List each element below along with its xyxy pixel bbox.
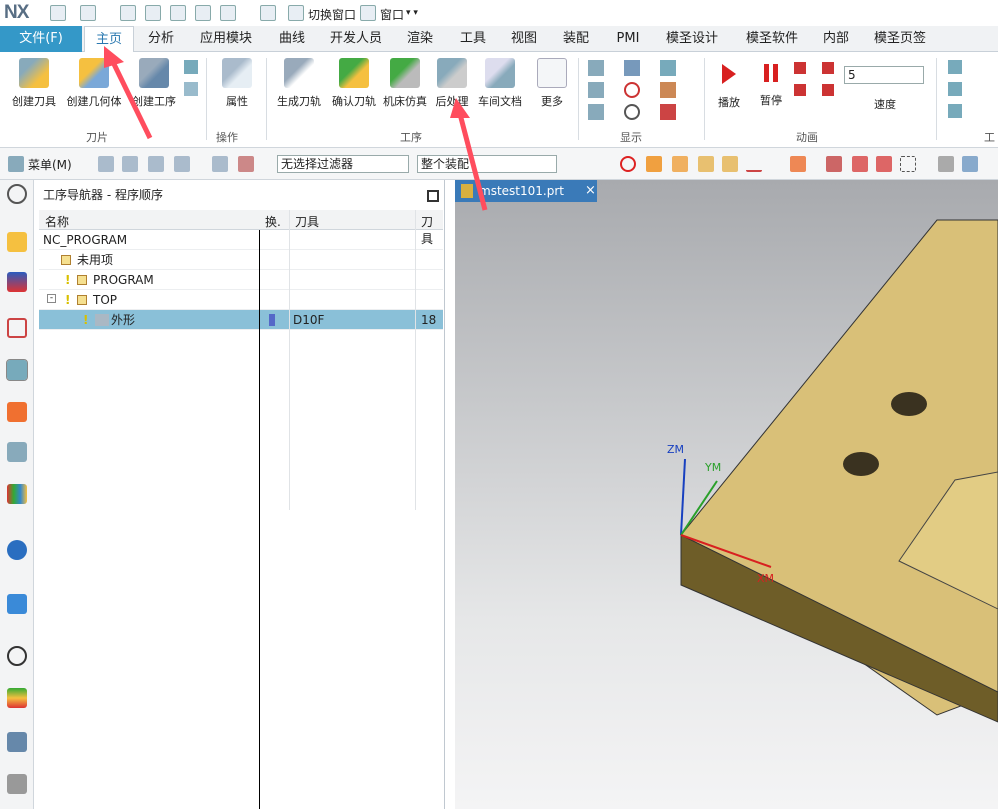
annotation-arrow-2 [457,113,488,211]
arrow-head-1 [104,46,124,68]
annotation-arrow-1 [109,58,153,140]
arrow-head-2 [450,98,470,118]
annotation-arrows [104,46,488,211]
